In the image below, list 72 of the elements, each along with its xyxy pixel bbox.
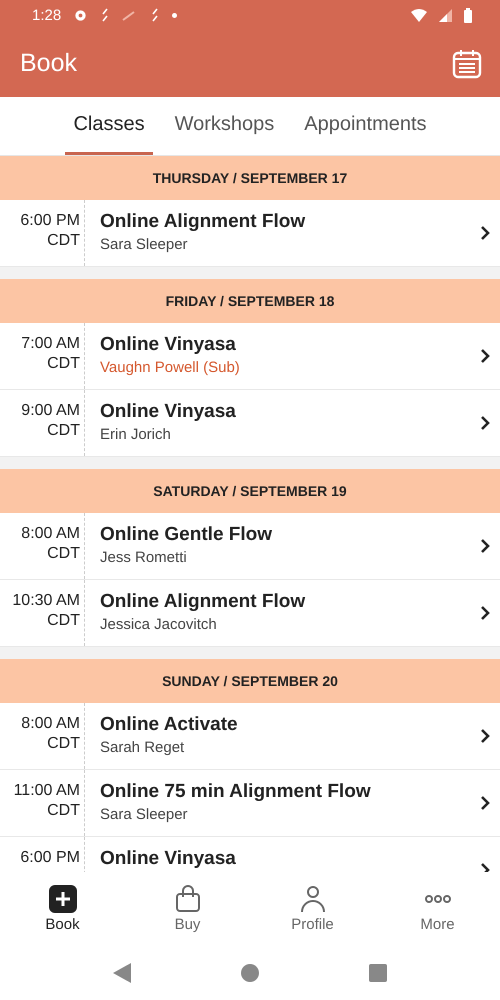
instructor-name: Sarah Reget <box>100 739 186 756</box>
instructor-name: Sara Sleeper <box>100 806 189 823</box>
class-row[interactable]: 6:00 PM Online Vinyasa <box>0 837 500 872</box>
home-icon[interactable] <box>241 964 259 982</box>
class-title: Online 75 min Alignment Flow <box>100 781 372 803</box>
nav-tab[interactable]: Book <box>0 872 125 945</box>
class-row[interactable]: 9:00 AM CDT Online Vinyasa Erin Jorich <box>0 390 500 457</box>
more-icon <box>424 894 452 902</box>
gear-icon <box>73 8 88 22</box>
class-title: Online Vinyasa <box>100 401 237 423</box>
class-row[interactable]: 6:00 PM CDT Online Alignment Flow Sara Sleeper <box>0 200 500 267</box>
class-time: 8:00 AM <box>21 715 80 733</box>
day-heading: THURSDAY / SEPTEMBER 17 <box>0 156 500 200</box>
class-title: Online Vinyasa <box>100 334 237 356</box>
time-zone: CDT <box>47 545 80 563</box>
dot-icon <box>172 12 178 18</box>
tab[interactable]: Workshops <box>166 97 282 155</box>
instructor-name: Jess Rometti <box>100 549 188 566</box>
class-time: 6:00 PM <box>20 849 80 867</box>
bag-icon <box>174 884 200 912</box>
back-icon[interactable] <box>113 962 131 982</box>
person-icon <box>300 884 326 912</box>
time-zone: CDT <box>47 355 80 373</box>
class-row[interactable]: 11:00 AM CDT Online 75 min Alignment Flow Sara Sleeper <box>0 770 500 837</box>
recents-icon[interactable] <box>369 964 387 982</box>
class-row[interactable]: 8:00 AM CDT Online Activate Sarah Reget <box>0 703 500 770</box>
battery-icon <box>464 8 472 22</box>
chevron-icon <box>480 226 490 240</box>
time-zone: CDT <box>47 232 80 250</box>
class-row[interactable]: 10:30 AM CDT Online Alignment Flow Jessica Jacovitch <box>0 580 500 647</box>
signal-icon <box>439 8 452 22</box>
time-zone: CDT <box>47 422 80 440</box>
chevron-icon <box>480 349 490 363</box>
sync-icon <box>150 8 160 22</box>
nav-tab[interactable]: More <box>375 872 500 945</box>
time-zone: CDT <box>47 802 80 820</box>
chevron-icon <box>480 606 490 620</box>
class-title: Online Alignment Flow <box>100 591 306 613</box>
day-heading: SUNDAY / SEPTEMBER 20 <box>0 659 500 703</box>
nav-tab[interactable]: Profile <box>250 872 375 945</box>
time-zone: CDT <box>47 612 80 630</box>
chevron-icon <box>480 416 490 430</box>
class-title: Online Alignment Flow <box>100 211 306 233</box>
class-row[interactable]: 7:00 AM CDT Online Vinyasa Vaughn Powell (Sub) <box>0 323 500 390</box>
chevron-icon <box>480 796 490 810</box>
class-time: 6:00 PM <box>20 212 80 230</box>
time-zone: CDT <box>47 735 80 753</box>
instructor-name: Erin Jorich <box>100 426 172 443</box>
tab[interactable]: Appointments <box>296 97 435 155</box>
wifi-icon <box>411 8 427 22</box>
class-time: 8:00 AM <box>21 525 80 543</box>
instructor-name: Sara Sleeper <box>100 236 189 253</box>
day-heading: SATURDAY / SEPTEMBER 19 <box>0 469 500 513</box>
sync-icon <box>100 8 110 22</box>
status-time: 1:28 <box>32 6 62 24</box>
chevron-icon <box>480 729 490 743</box>
plus-icon <box>48 884 76 912</box>
instructor-name: Jessica Jacovitch <box>100 616 218 633</box>
calendar-icon[interactable] <box>452 48 482 78</box>
screen-title: Book <box>20 49 77 78</box>
nav-tab[interactable]: Buy <box>125 872 250 945</box>
class-row[interactable]: 8:00 AM CDT Online Gentle Flow Jess Rometti <box>0 513 500 580</box>
class-time: 7:00 AM <box>21 335 80 353</box>
class-title: Online Activate <box>100 714 239 736</box>
class-time: 10:30 AM <box>12 592 80 610</box>
class-time: 9:00 AM <box>21 402 80 420</box>
class-title: Online Vinyasa <box>100 848 237 870</box>
instructor-name: Vaughn Powell (Sub) <box>100 359 241 376</box>
class-time: 11:00 AM <box>14 782 80 800</box>
chevron-icon <box>480 539 490 553</box>
class-title: Online Gentle Flow <box>100 524 274 546</box>
day-heading: FRIDAY / SEPTEMBER 18 <box>0 279 500 323</box>
